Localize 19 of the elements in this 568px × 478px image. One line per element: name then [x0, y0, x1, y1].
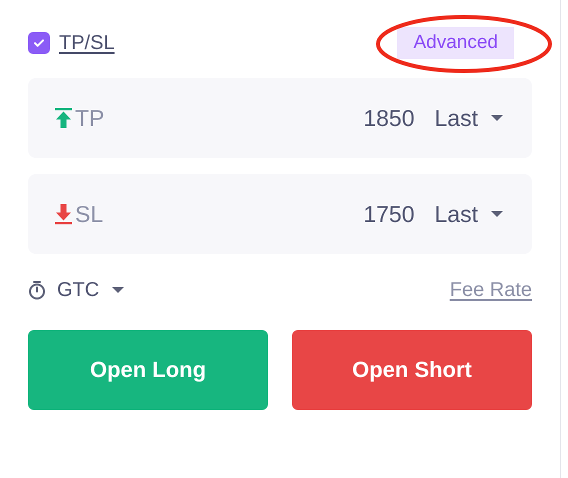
- open-short-button[interactable]: Open Short: [292, 330, 532, 410]
- price-value: 1750: [363, 200, 415, 228]
- time-in-force-dropdown[interactable]: GTC: [57, 278, 126, 302]
- order-label: SL: [75, 200, 104, 228]
- price-field[interactable]: TP 1850 Last: [28, 78, 532, 158]
- price-value: 1850: [363, 104, 415, 132]
- caret-icon: [490, 210, 504, 218]
- caret-icon: [490, 114, 504, 122]
- order-label: TP: [75, 104, 106, 132]
- arrow-up-icon: [54, 107, 73, 129]
- price-field[interactable]: SL 1750 Last: [28, 174, 532, 254]
- caret-icon: [111, 286, 126, 294]
- stopwatch-icon: [28, 280, 46, 300]
- trigger-dropdown[interactable]: Last: [434, 200, 504, 228]
- checkbox[interactable]: [28, 32, 50, 54]
- arrow-down-icon: [54, 203, 73, 225]
- tpsl-label[interactable]: TP/SL: [59, 32, 115, 54]
- advanced-button[interactable]: Advanced: [397, 27, 514, 59]
- trigger-dropdown[interactable]: Last: [434, 104, 504, 132]
